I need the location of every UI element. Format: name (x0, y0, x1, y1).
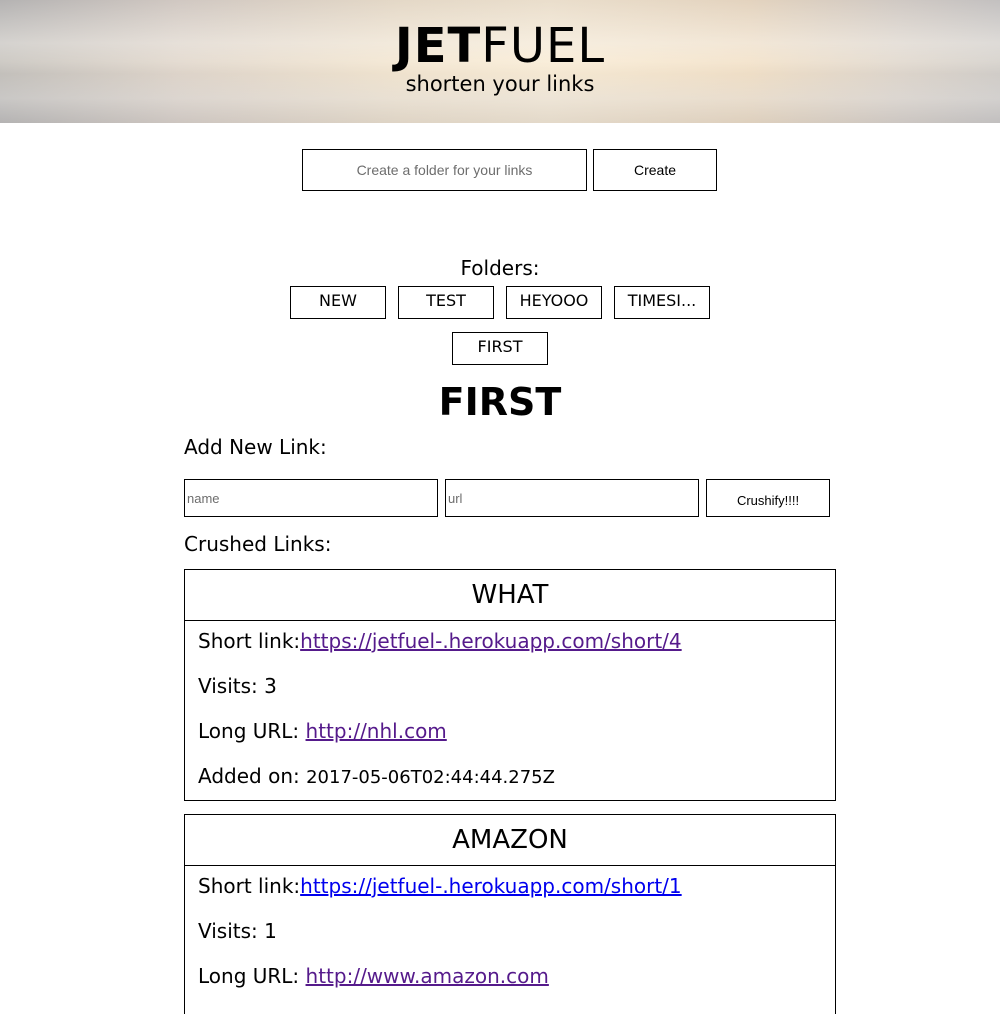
folder-button-test[interactable]: TEST (398, 286, 494, 319)
visits-row: Visits: 1 (198, 915, 822, 960)
added-on-date: 2017-05-06T02:44:44.275Z (306, 767, 555, 788)
long-url-label: Long URL: (198, 964, 306, 988)
added-on-label: Added on: (198, 764, 307, 788)
added-on-row: Added on: 2017-05-06T02:44:44.275Z (198, 760, 822, 805)
short-link-label: Short link: (198, 629, 301, 653)
long-url-link[interactable]: http://nhl.com (306, 719, 447, 743)
long-url-row: Long URL: http://nhl.com (198, 715, 822, 760)
long-url-link[interactable]: http://www.amazon.com (306, 964, 549, 988)
folder-button-timesi[interactable]: TIMESI... (614, 286, 710, 319)
link-name-input[interactable] (184, 479, 438, 517)
visits-count: 1 (264, 919, 277, 943)
link-card: AMAZON Short link:https://jetfuel-.herok… (184, 814, 836, 1014)
short-link-row: Short link:https://jetfuel-.herokuapp.co… (198, 870, 822, 915)
add-link-label: Add New Link: (184, 435, 327, 459)
short-link-row: Short link:https://jetfuel-.herokuapp.co… (198, 625, 822, 670)
link-card: WHAT Short link:https://jetfuel-.herokua… (184, 569, 836, 801)
visits-label: Visits: (198, 674, 265, 698)
folder-button-new[interactable]: NEW (290, 286, 386, 319)
tagline: shorten your links (405, 72, 595, 96)
logo-fuel: FUEL (481, 18, 606, 74)
long-url-row: Long URL: http://www.amazon.com (198, 960, 822, 1005)
short-link[interactable]: https://jetfuel-.herokuapp.com/short/1 (300, 874, 682, 898)
folder-list-row-2: FIRST (0, 332, 1000, 365)
current-folder-title: FIRST (438, 380, 562, 424)
crushify-button[interactable]: Crushify!!!! (706, 479, 830, 517)
folder-list: NEW TEST HEYOOO TIMESI... (0, 286, 1000, 319)
link-card-body: Short link:https://jetfuel-.herokuapp.co… (185, 866, 835, 1005)
folder-button-first[interactable]: FIRST (452, 332, 548, 365)
folder-button-heyooo[interactable]: HEYOOO (506, 286, 602, 319)
short-link[interactable]: https://jetfuel-.herokuapp.com/short/4 (300, 629, 682, 653)
app-logo: JETFUEL (0, 18, 1000, 74)
folders-label: Folders: (460, 256, 540, 280)
visits-row: Visits: 3 (198, 670, 822, 715)
link-card-title: WHAT (185, 570, 835, 621)
link-url-input[interactable] (445, 479, 699, 517)
crushed-links-label: Crushed Links: (184, 532, 332, 556)
folder-name-input[interactable] (302, 149, 587, 191)
create-folder-button[interactable]: Create (593, 149, 717, 191)
logo-jet: JET (394, 18, 482, 74)
link-card-title: AMAZON (185, 815, 835, 866)
add-link-form: Crushify!!!! (184, 479, 830, 517)
link-card-body: Short link:https://jetfuel-.herokuapp.co… (185, 621, 835, 805)
visits-count: 3 (264, 674, 277, 698)
short-link-label: Short link: (198, 874, 301, 898)
folder-form: Create (302, 149, 717, 191)
long-url-label: Long URL: (198, 719, 306, 743)
visits-label: Visits: (198, 919, 265, 943)
